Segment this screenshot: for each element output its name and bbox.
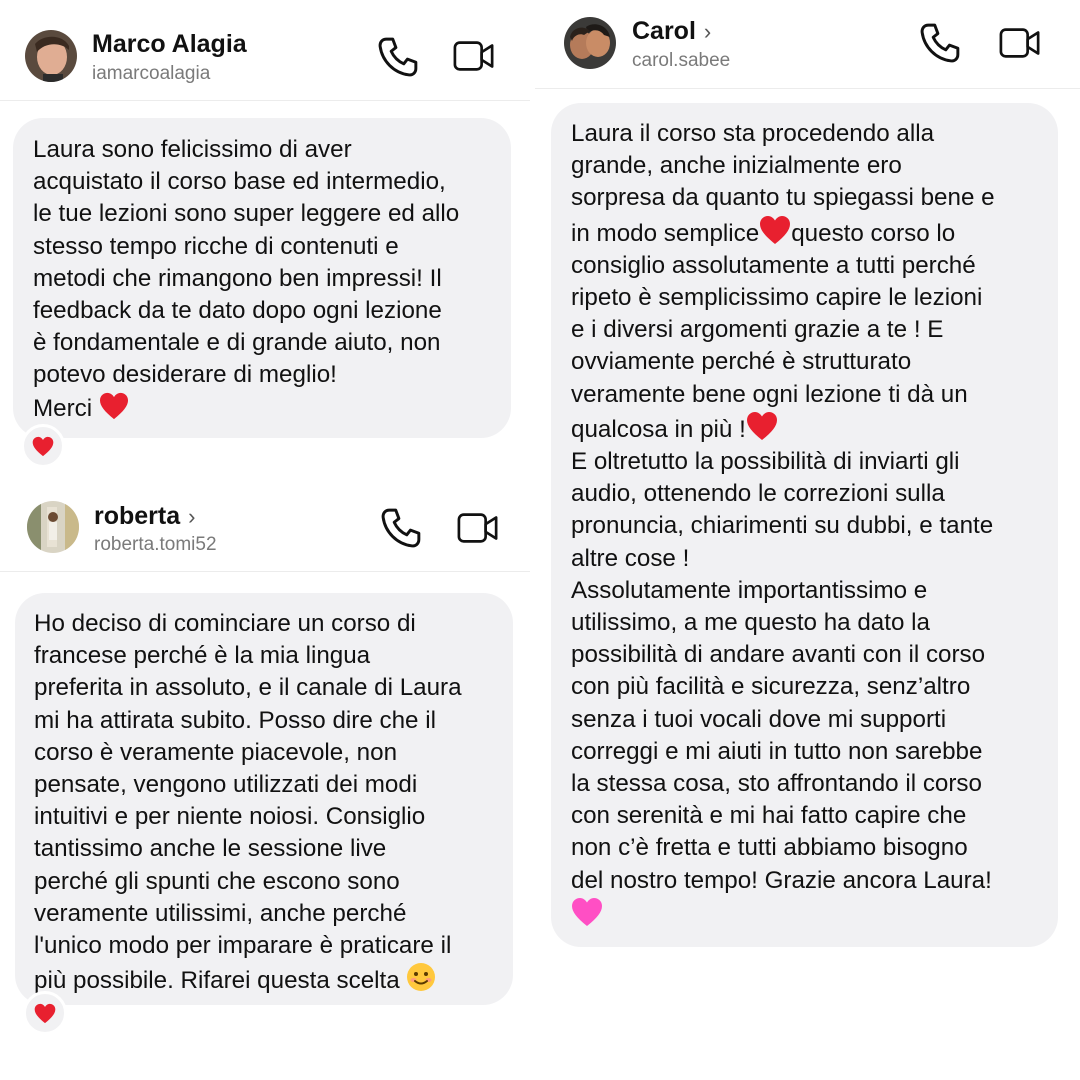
contact-name-text: roberta (94, 502, 181, 530)
red-heart-icon (32, 436, 54, 457)
phone-icon[interactable] (380, 507, 422, 549)
phone-icon[interactable] (377, 36, 419, 78)
contact-handle: carol.sabee (632, 50, 731, 71)
phone-icon[interactable] (919, 22, 961, 64)
message-text: Laura il corso sta procedendo alla grand… (571, 118, 1039, 932)
header-divider (0, 571, 530, 572)
message-text: Laura sono felicissimo di aver acquistat… (33, 136, 460, 389)
chat-marco: Marco Alagia iamarcoalagia Laura sono fe… (0, 0, 530, 470)
contact-handle: roberta.tomi52 (94, 534, 217, 555)
video-camera-icon[interactable] (999, 23, 1041, 63)
message-closing-text: Merci (33, 394, 93, 422)
message-bubble[interactable]: Ho deciso di cominciare un corso di fran… (15, 593, 513, 1005)
contact-handle: iamarcoalagia (92, 63, 211, 84)
reaction-red-heart[interactable] (23, 991, 67, 1035)
red-heart-emoji (99, 392, 129, 420)
header-divider (0, 100, 530, 101)
video-camera-icon[interactable] (457, 508, 499, 548)
contact-name[interactable]: roberta › (94, 502, 195, 531)
pink-heart-emoji (571, 897, 603, 927)
message-bubble[interactable]: Laura il corso sta procedendo alla grand… (551, 103, 1058, 947)
smiling-face-emoji (407, 963, 436, 992)
reaction-red-heart[interactable] (21, 424, 65, 468)
message-text-part2: questo corso lo consiglio assolutamente … (571, 219, 983, 443)
avatar[interactable] (25, 30, 77, 82)
red-heart-icon (34, 1003, 56, 1024)
header-divider (535, 88, 1080, 89)
video-camera-icon[interactable] (453, 36, 495, 76)
message-bubble[interactable]: Laura sono felicissimo di aver acquistat… (13, 118, 511, 438)
red-heart-emoji (759, 215, 791, 245)
chevron-right-icon[interactable]: › (188, 504, 195, 529)
message-text: Ho deciso di cominciare un corso di fran… (34, 608, 494, 997)
avatar[interactable] (27, 501, 79, 553)
chat-carol: Carol › carol.sabee Laura il corso sta pr… (535, 0, 1080, 1080)
contact-name-text: Carol (632, 17, 696, 45)
chat-roberta: roberta › roberta.tomi52 Ho deciso di com… (0, 490, 530, 1050)
red-heart-emoji (746, 411, 778, 441)
contact-name[interactable]: Marco Alagia (92, 30, 247, 59)
message-text-part3: E oltretutto la possibilità di inviarti … (571, 448, 994, 894)
message-text-body: Ho deciso di cominciare un corso di fran… (34, 610, 462, 995)
contact-name[interactable]: Carol › (632, 17, 711, 46)
avatar[interactable] (564, 17, 616, 69)
message-closing: Merci (33, 392, 491, 425)
chevron-right-icon[interactable]: › (704, 19, 711, 44)
